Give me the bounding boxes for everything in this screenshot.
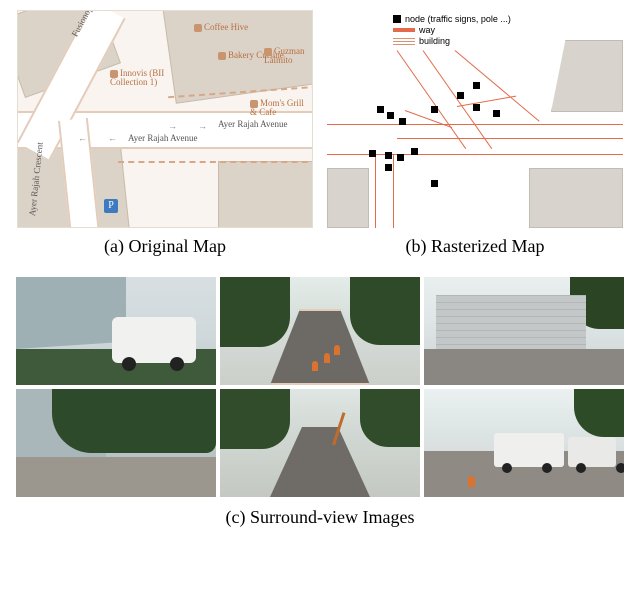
- camera-back-left: [16, 389, 216, 497]
- rasterized-legend: node (traffic signs, pole ...) way build…: [393, 14, 511, 47]
- tree-icon: [350, 277, 420, 345]
- top-panel-row: Coffee Hive Bakery Cuisine Guzman Laimit…: [10, 10, 630, 257]
- rast-way: [457, 96, 516, 107]
- caption-c: (c) Surround-view Images: [16, 507, 624, 528]
- rast-node: [399, 118, 406, 125]
- rasterized-map-image: node (traffic signs, pole ...) way build…: [327, 10, 623, 228]
- caption-a: (a) Original Map: [104, 236, 226, 257]
- rast-node: [457, 92, 464, 99]
- rast-way: [375, 154, 376, 228]
- figure-2: Coffee Hive Bakery Cuisine Guzman Laimit…: [10, 10, 630, 528]
- map-poi: Mom's Grill & Cafe: [250, 99, 312, 117]
- tree-icon: [360, 389, 420, 447]
- rast-node: [387, 112, 394, 119]
- road-surface: [424, 349, 624, 385]
- original-map-image: Coffee Hive Bakery Cuisine Guzman Laimit…: [17, 10, 313, 228]
- rast-node: [377, 106, 384, 113]
- tree-icon: [220, 277, 290, 347]
- legend-label: node (traffic signs, pole ...): [405, 14, 511, 24]
- map-poi: Coffee Hive: [194, 23, 248, 32]
- legend-swatch-building: [393, 37, 415, 45]
- surround-grid: [16, 277, 624, 497]
- parking-icon: P: [104, 199, 118, 213]
- rast-node: [493, 110, 500, 117]
- map-arrow-icon: ←: [78, 133, 87, 143]
- rast-node: [397, 154, 404, 161]
- rast-node: [369, 150, 376, 157]
- panel-rasterized-map: node (traffic signs, pole ...) way build…: [327, 10, 623, 257]
- map-arrow-icon: →: [198, 121, 207, 131]
- camera-back-right: [424, 389, 624, 497]
- camera-front: [220, 277, 420, 385]
- vehicle-icon: [494, 433, 564, 467]
- map-building: [218, 161, 313, 228]
- rast-node: [473, 82, 480, 89]
- legend-label: way: [419, 25, 435, 35]
- legend-row-way: way: [393, 25, 511, 35]
- camera-back: [220, 389, 420, 497]
- rast-node: [473, 104, 480, 111]
- rast-building: [327, 168, 369, 228]
- traffic-cone-icon: [324, 353, 330, 363]
- map-poi: Guzman Laimito: [264, 47, 312, 65]
- building-icon: [436, 295, 586, 351]
- panel-surround-view: (c) Surround-view Images: [16, 277, 624, 528]
- tree-icon: [220, 389, 290, 449]
- rast-way: [393, 154, 394, 228]
- rast-node: [385, 164, 392, 171]
- camera-front-right: [424, 277, 624, 385]
- map-poi-label: Mom's Grill & Cafe: [250, 98, 304, 117]
- rast-node: [431, 106, 438, 113]
- vehicle-icon: [568, 437, 616, 467]
- rast-way: [397, 138, 623, 139]
- map-street-label: Ayer Rajah Avenue: [128, 133, 197, 143]
- legend-swatch-node: [393, 15, 401, 23]
- rast-building: [551, 40, 623, 112]
- legend-swatch-way: [393, 28, 415, 32]
- vehicle-icon: [112, 317, 196, 363]
- rast-node: [431, 180, 438, 187]
- camera-front-left: [16, 277, 216, 385]
- traffic-cone-icon: [312, 361, 318, 371]
- legend-label: building: [419, 36, 450, 46]
- map-path: [118, 161, 313, 163]
- traffic-cone-icon: [334, 345, 340, 355]
- rast-way: [397, 50, 467, 149]
- caption-b: (b) Rasterized Map: [406, 236, 545, 257]
- map-arrow-icon: ←: [108, 133, 117, 143]
- map-poi: Innovis (BII Collection 1): [110, 69, 190, 87]
- road-surface: [16, 457, 216, 497]
- legend-row-building: building: [393, 36, 511, 46]
- tree-icon: [52, 389, 216, 453]
- panel-original-map: Coffee Hive Bakery Cuisine Guzman Laimit…: [17, 10, 313, 257]
- map-street-label: Ayer Rajah Avenue: [218, 119, 287, 129]
- rast-building: [529, 168, 623, 228]
- rast-node: [411, 148, 418, 155]
- map-poi-label: Innovis (BII Collection 1): [110, 68, 164, 87]
- legend-row-node: node (traffic signs, pole ...): [393, 14, 511, 24]
- map-arrow-icon: →: [168, 121, 177, 131]
- rast-node: [385, 152, 392, 159]
- traffic-cone-icon: [468, 476, 475, 487]
- rast-way: [423, 50, 493, 149]
- building-icon: [16, 277, 126, 349]
- map-poi-label: Coffee Hive: [204, 22, 248, 32]
